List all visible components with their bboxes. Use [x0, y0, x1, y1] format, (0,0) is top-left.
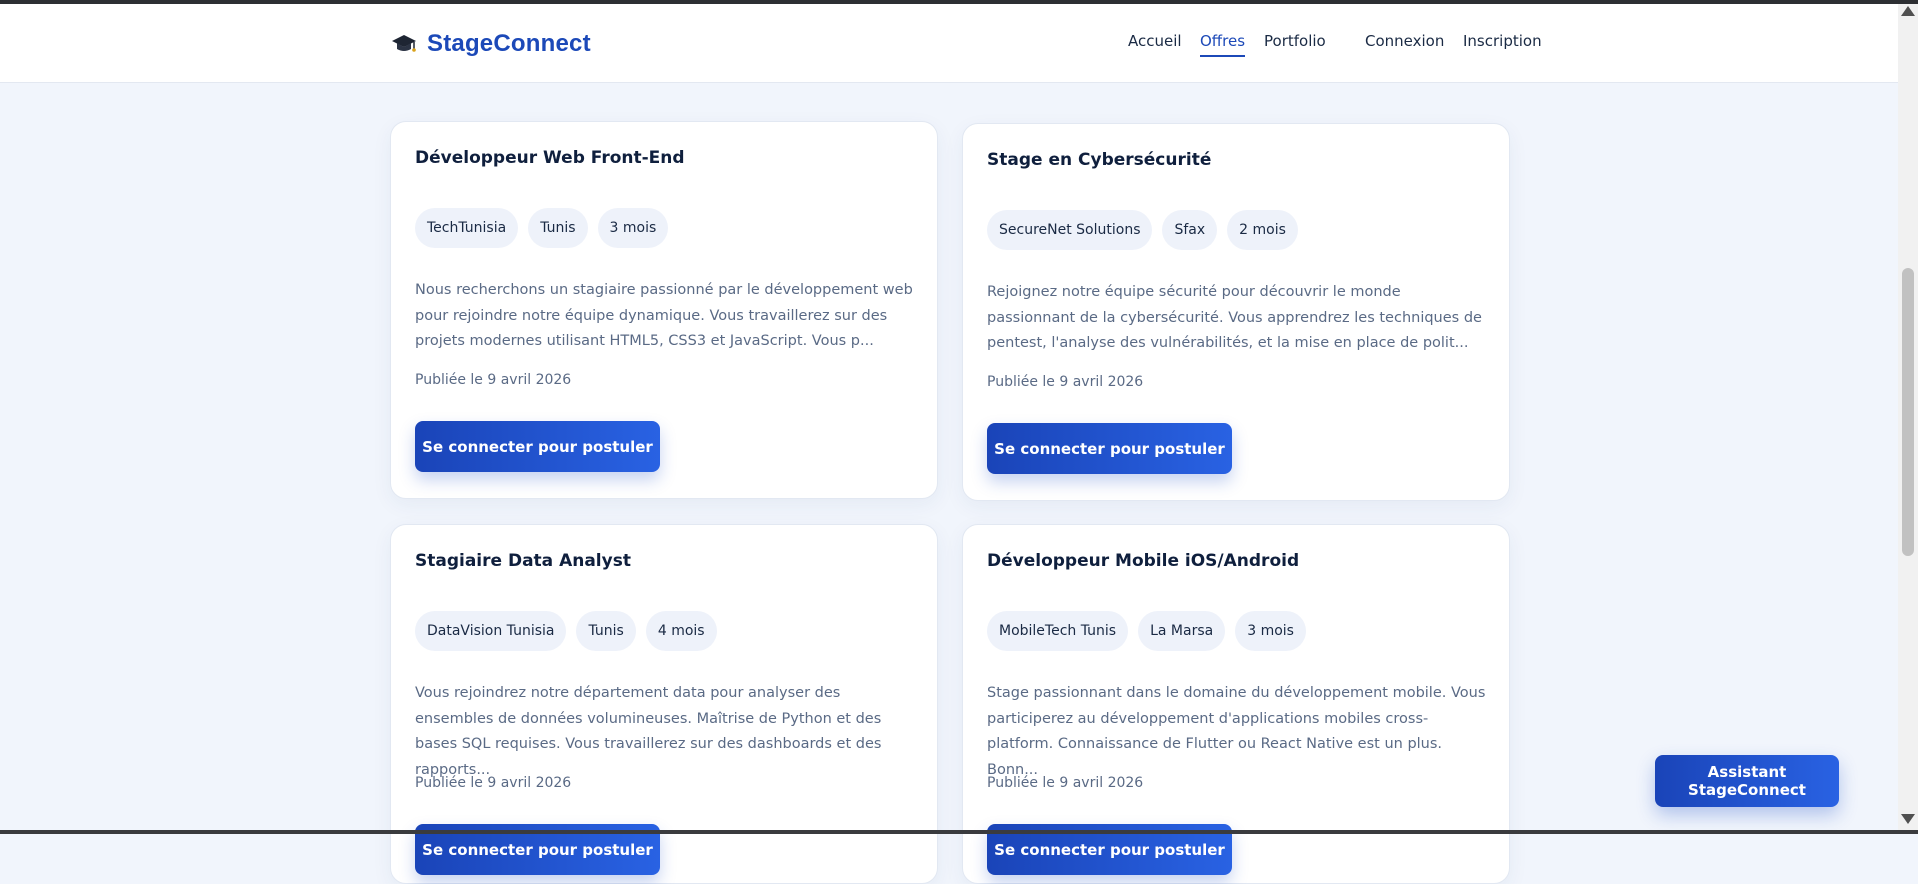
duration-tag: 3 mois	[1235, 611, 1306, 651]
assistant-chat-button[interactable]: Assistant StageConnect	[1655, 755, 1839, 807]
offer-description: Rejoignez notre équipe sécurité pour déc…	[987, 280, 1487, 357]
company-tag: TechTunisia	[415, 208, 518, 248]
offer-description: Nous recherchons un stagiaire passionné …	[415, 278, 915, 355]
apply-login-button[interactable]: Se connecter pour postuler	[415, 421, 660, 472]
scrollbar-thumb[interactable]	[1902, 268, 1914, 556]
graduation-cap-icon	[391, 32, 417, 56]
offer-tags: TechTunisia Tunis 3 mois	[415, 208, 668, 248]
location-tag: Tunis	[576, 611, 635, 651]
company-tag: MobileTech Tunis	[987, 611, 1128, 651]
duration-tag: 3 mois	[598, 208, 669, 248]
offer-date: Publiée le 9 avril 2026	[987, 374, 1143, 390]
offer-title: Développeur Mobile iOS/Android	[987, 551, 1299, 571]
duration-tag: 2 mois	[1227, 210, 1298, 250]
nav-offres[interactable]: Offres	[1200, 32, 1245, 50]
offer-card: Développeur Web Front-End TechTunisia Tu…	[390, 121, 938, 499]
scroll-down-icon[interactable]	[1901, 814, 1915, 824]
offer-date: Publiée le 9 avril 2026	[415, 372, 571, 388]
company-tag: DataVision Tunisia	[415, 611, 566, 651]
nav-inscription[interactable]: Inscription	[1463, 32, 1542, 50]
offer-title: Stagiaire Data Analyst	[415, 551, 631, 571]
offer-date: Publiée le 9 avril 2026	[987, 775, 1143, 791]
scroll-up-icon[interactable]	[1901, 6, 1915, 16]
location-tag: Tunis	[528, 208, 587, 248]
window-bottom-border	[0, 830, 1918, 834]
brand-name: StageConnect	[427, 30, 591, 58]
brand-logo[interactable]: StageConnect	[391, 30, 591, 58]
nav-accueil[interactable]: Accueil	[1128, 32, 1182, 50]
offer-tags: SecureNet Solutions Sfax 2 mois	[987, 210, 1298, 250]
offer-tags: DataVision Tunisia Tunis 4 mois	[415, 611, 717, 651]
offer-title: Stage en Cybersécurité	[987, 150, 1211, 170]
offer-date: Publiée le 9 avril 2026	[415, 775, 571, 791]
location-tag: Sfax	[1162, 210, 1217, 250]
offer-title: Développeur Web Front-End	[415, 148, 685, 168]
location-tag: La Marsa	[1138, 611, 1225, 651]
offer-description: Vous rejoindrez notre département data p…	[415, 681, 915, 783]
offer-tags: MobileTech Tunis La Marsa 3 mois	[987, 611, 1306, 651]
nav-connexion[interactable]: Connexion	[1365, 32, 1444, 50]
nav-portfolio[interactable]: Portfolio	[1264, 32, 1326, 50]
offer-description: Stage passionnant dans le domaine du dév…	[987, 681, 1487, 783]
offer-card: Stage en Cybersécurité SecureNet Solutio…	[962, 123, 1510, 501]
apply-login-button[interactable]: Se connecter pour postuler	[987, 423, 1232, 474]
company-tag: SecureNet Solutions	[987, 210, 1152, 250]
navbar: StageConnect Accueil Offres Portfolio Co…	[0, 4, 1898, 83]
duration-tag: 4 mois	[646, 611, 717, 651]
